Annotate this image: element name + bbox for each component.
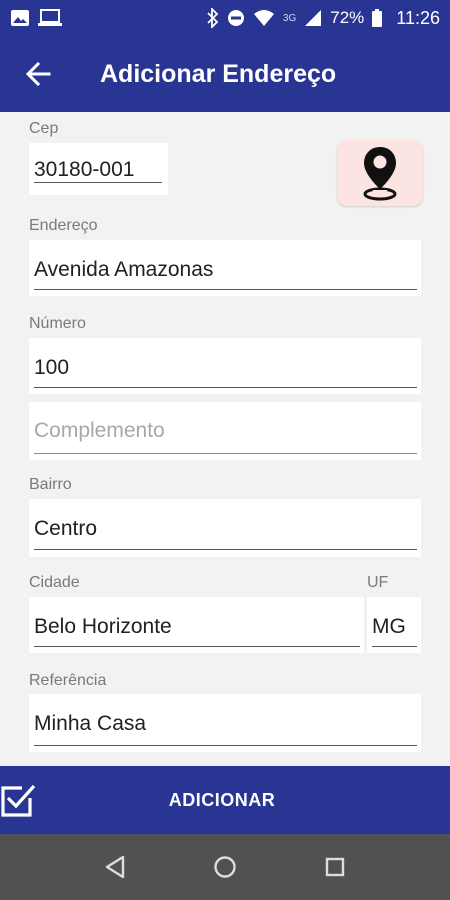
arrow-back-icon [25,61,51,87]
bairro-field[interactable]: Centro [29,499,421,557]
numero-field[interactable]: 100 [29,338,421,394]
bairro-underline [34,548,417,550]
page-title: Adicionar Endereço [100,59,337,88]
nav-home-button[interactable] [211,853,239,881]
cidade-field[interactable]: Belo Horizonte [29,597,364,653]
cidade-underline [34,645,360,647]
clock: 11:26 [396,7,440,28]
referencia-label: Referência [29,672,107,689]
referencia-value: Minha Casa [34,712,147,735]
endereco-underline [34,288,417,290]
referencia-underline [34,744,417,746]
referencia-field[interactable]: Minha Casa [29,694,421,752]
status-bar: 3G 72% 11:26 [0,0,450,36]
do-not-disturb-icon [227,10,244,26]
uf-field[interactable]: MG [367,597,421,653]
complemento-underline [34,452,417,454]
uf-label: UF [367,574,389,591]
cep-underline [34,181,162,183]
image-icon [11,10,29,26]
cep-label: Cep [29,120,59,137]
complemento-placeholder: Complemento [34,419,165,442]
bairro-value: Centro [34,517,98,540]
square-recents-icon [325,857,345,877]
add-address-button[interactable]: ADICIONAR [0,766,450,834]
nav-recents-button[interactable] [321,853,349,881]
numero-value: 100 [34,356,70,379]
cep-field[interactable]: 30180-001 [29,143,168,195]
laptop-icon [38,9,62,26]
complemento-field[interactable]: Complemento [29,402,421,460]
signal-icon [305,10,322,26]
map-pin-icon [363,147,397,201]
triangle-back-icon [105,855,125,879]
add-button-label: ADICIONAR [168,789,276,810]
checkbox-checked-icon [1,784,36,817]
wifi-icon [253,10,274,26]
app-bar: Adicionar Endereço [0,36,450,112]
nav-back-button[interactable] [101,853,129,881]
battery-percent: 72% [330,8,365,27]
endereco-field[interactable]: Avenida Amazonas [29,240,421,296]
address-form: Cep 30180-001 Endereço Avenida Amazonas … [0,112,450,766]
numero-label: Número [29,315,86,332]
cidade-label: Cidade [29,574,80,591]
system-nav-bar [0,834,450,900]
bairro-label: Bairro [29,476,72,493]
circle-home-icon [214,856,236,878]
endereco-label: Endereço [29,217,98,234]
cep-value: 30180-001 [34,158,135,181]
bluetooth-icon [207,8,219,28]
numero-underline [34,386,417,388]
locate-cep-button[interactable] [337,140,423,206]
endereco-value: Avenida Amazonas [34,258,214,281]
uf-underline [372,645,417,647]
network-type: 3G [282,12,297,24]
battery-icon [372,9,383,27]
cidade-value: Belo Horizonte [34,615,172,638]
uf-value: MG [372,615,406,638]
back-button[interactable] [0,36,76,112]
